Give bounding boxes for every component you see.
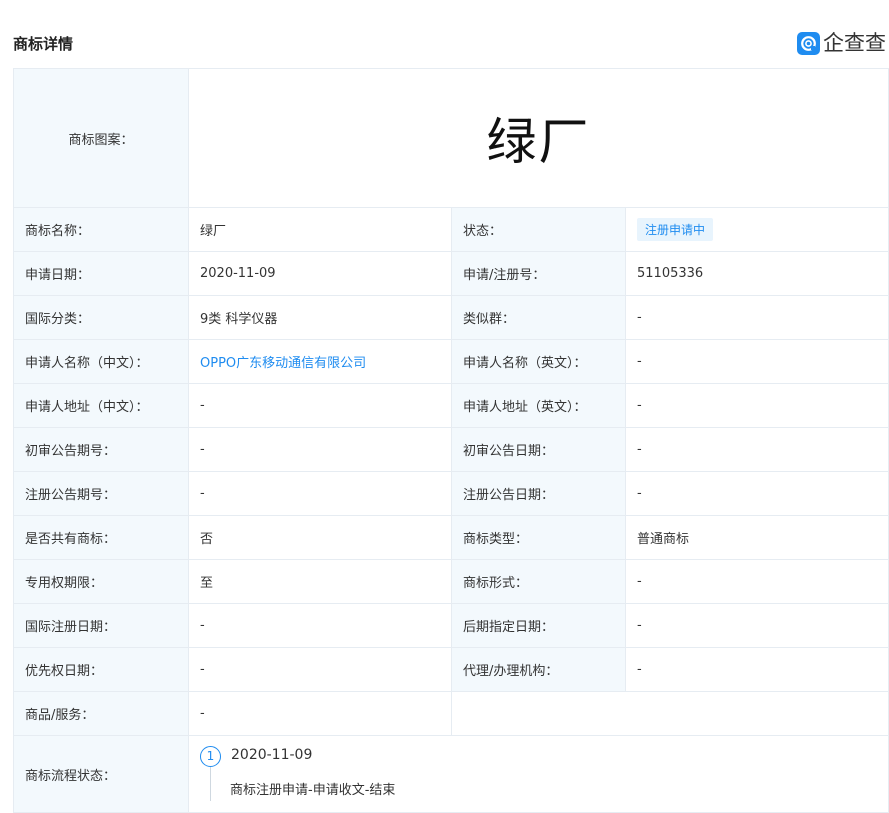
trademark-image: 绿厂 [187, 68, 889, 208]
applicant-company-link[interactable]: OPPO广东移动通信有限公司 [200, 356, 366, 371]
qichacha-logo-icon [797, 31, 820, 55]
value-later-designation-date: - [624, 603, 889, 648]
value-agency: - [624, 647, 889, 692]
flow-step: 1 2020-11-09 商标注册申请-申请收文-结束 [200, 737, 877, 812]
value-trademark-name: 绿厂 [188, 207, 452, 252]
flow-timeline: 1 2020-11-09 商标注册申请-申请收文-结束 [187, 735, 889, 813]
table-row: 国际注册日期： - 后期指定日期： - [13, 603, 889, 648]
value-applicant-address-en: - [624, 383, 889, 428]
label-reg-date: 注册公告日期： [451, 471, 626, 516]
label-applicant-address-cn: 申请人地址（中文）： [13, 383, 189, 428]
label-priority-date: 优先权日期： [13, 647, 189, 692]
value-reg-issue: - [188, 471, 452, 516]
table-row: 优先权日期： - 代理/办理机构： - [13, 647, 889, 692]
label-intl-reg-date: 国际注册日期： [13, 603, 189, 648]
page-title: 商标详情 [13, 35, 74, 53]
label-later-designation-date: 后期指定日期： [451, 603, 626, 648]
label-apply-date: 申请日期： [13, 251, 189, 296]
label-flow-status: 商标流程状态： [13, 735, 189, 813]
step-date: 2020-11-09 [231, 747, 313, 763]
trademark-detail-table: 商标图案： 绿厂 商标名称： 绿厂 状态： 注册申请中 申请日期： 2020-1… [13, 68, 889, 813]
value-similar-group: - [624, 295, 889, 340]
label-prelim-issue: 初审公告期号： [13, 427, 189, 472]
empty-cell [450, 691, 889, 736]
value-applicant-name-cn: OPPO广东移动通信有限公司 [188, 339, 452, 384]
value-prelim-date: - [624, 427, 889, 472]
brand-name: 企查查 [823, 31, 886, 55]
value-reg-number: 51105336 [624, 251, 889, 296]
label-reg-number: 申请/注册号： [451, 251, 626, 296]
label-trademark-type: 商标类型： [451, 515, 626, 560]
value-prelim-issue: - [188, 427, 452, 472]
value-apply-date: 2020-11-09 [188, 251, 452, 296]
table-row-logo: 商标图案： 绿厂 [13, 68, 889, 208]
value-status: 注册申请中 [624, 207, 889, 252]
table-row: 申请人地址（中文）： - 申请人地址（英文）： - [13, 383, 889, 428]
label-applicant-name-en: 申请人名称（英文）： [451, 339, 626, 384]
value-intl-class: 9类 科学仪器 [188, 295, 452, 340]
value-shared: 否 [188, 515, 452, 560]
label-prelim-date: 初审公告日期： [451, 427, 626, 472]
value-intl-reg-date: - [188, 603, 452, 648]
table-row: 国际分类： 9类 科学仪器 类似群： - [13, 295, 889, 340]
brand-logo[interactable]: 企查查 [797, 30, 886, 56]
label-goods-services: 商品/服务： [13, 691, 189, 736]
label-trademark-form: 商标形式： [451, 559, 626, 604]
value-applicant-address-cn: - [188, 383, 452, 428]
step-description: 商标注册申请-申请收文-结束 [230, 783, 396, 798]
table-row: 是否共有商标： 否 商标类型： 普通商标 [13, 515, 889, 560]
label-reg-issue: 注册公告期号： [13, 471, 189, 516]
label-exclusive-period: 专用权期限： [13, 559, 189, 604]
table-row: 商品/服务： - [13, 691, 889, 736]
value-applicant-name-en: - [624, 339, 889, 384]
label-intl-class: 国际分类： [13, 295, 189, 340]
step-number-badge: 1 [200, 746, 221, 767]
value-trademark-form: - [624, 559, 889, 604]
label-applicant-name-cn: 申请人名称（中文）： [13, 339, 189, 384]
label-status: 状态： [451, 207, 626, 252]
timeline-connector [210, 767, 211, 801]
value-reg-date: - [624, 471, 889, 516]
table-row-flow: 商标流程状态： 1 2020-11-09 商标注册申请-申请收文-结束 [13, 735, 889, 813]
label-agency: 代理/办理机构： [451, 647, 626, 692]
label-applicant-address-en: 申请人地址（英文）： [451, 383, 626, 428]
value-trademark-type: 普通商标 [624, 515, 889, 560]
table-row: 申请人名称（中文）： OPPO广东移动通信有限公司 申请人名称（英文）： - [13, 339, 889, 384]
table-row: 申请日期： 2020-11-09 申请/注册号： 51105336 [13, 251, 889, 296]
trademark-image-text: 绿厂 [486, 113, 591, 171]
label-similar-group: 类似群： [451, 295, 626, 340]
table-row: 初审公告期号： - 初审公告日期： - [13, 427, 889, 472]
value-exclusive-period: 至 [188, 559, 452, 604]
table-row: 商标名称： 绿厂 状态： 注册申请中 [13, 207, 889, 252]
label-shared: 是否共有商标： [13, 515, 189, 560]
status-badge: 注册申请中 [637, 218, 714, 241]
label-trademark-name: 商标名称： [13, 207, 189, 252]
value-goods-services: - [188, 691, 452, 736]
value-priority-date: - [188, 647, 452, 692]
table-row: 注册公告期号： - 注册公告日期： - [13, 471, 889, 516]
table-row: 专用权期限： 至 商标形式： - [13, 559, 889, 604]
label-trademark-image: 商标图案： [13, 68, 189, 208]
